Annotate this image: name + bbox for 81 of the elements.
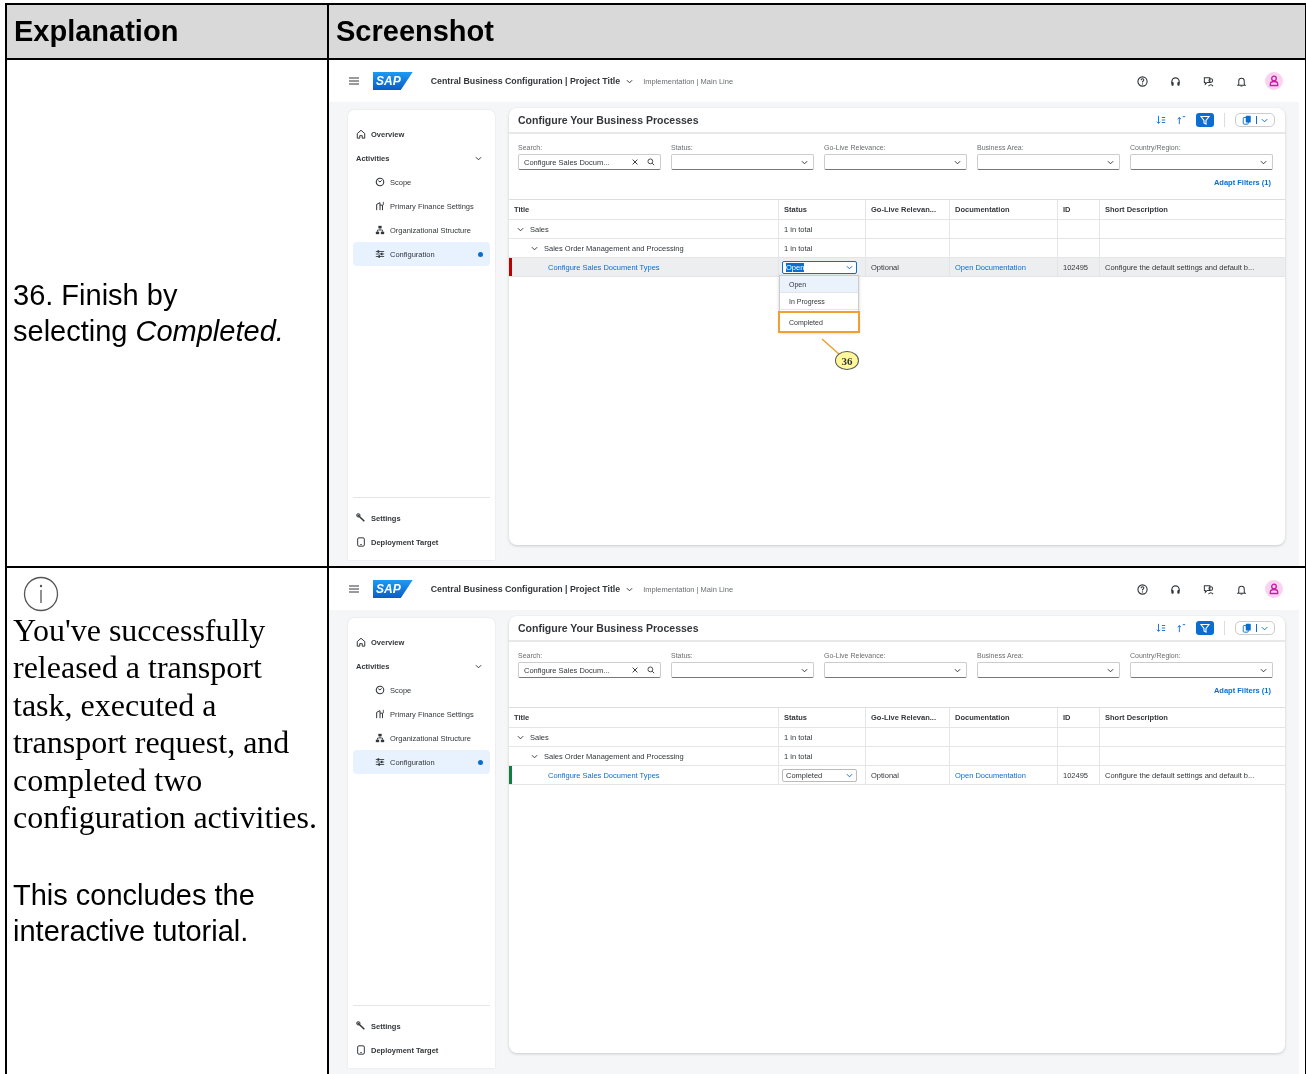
page-title: Configure Your Business Processes xyxy=(518,622,699,634)
select-field[interactable] xyxy=(977,662,1120,678)
logo[interactable]: SAP xyxy=(373,580,413,598)
chevron-down-icon xyxy=(1260,158,1267,166)
avatar-icon[interactable] xyxy=(1265,580,1283,598)
building-icon xyxy=(375,709,385,719)
chevron-icon[interactable] xyxy=(517,225,524,233)
filter-icon[interactable] xyxy=(1196,113,1214,127)
select-field[interactable] xyxy=(824,154,967,170)
page-title: Configure Your Business Processes xyxy=(518,114,699,126)
explanation-text: This concludes the interactive tutorial. xyxy=(13,877,256,949)
chevron-down-icon xyxy=(1107,158,1114,166)
chevron-down-icon xyxy=(1261,624,1268,632)
headset-icon[interactable] xyxy=(1170,75,1181,87)
sort-ascending-icon[interactable] xyxy=(1176,623,1186,633)
filter-icon[interactable] xyxy=(1196,621,1214,635)
chevron-icon[interactable] xyxy=(531,752,538,760)
chevron-down-icon[interactable] xyxy=(846,263,853,271)
chevron-down-icon xyxy=(1261,116,1268,124)
leader-line xyxy=(821,338,841,356)
export-button[interactable] xyxy=(1235,621,1275,635)
sliders-icon xyxy=(375,249,385,259)
chevron-down-icon[interactable] xyxy=(626,77,634,85)
building-icon xyxy=(375,201,385,211)
feedback-icon[interactable] xyxy=(1203,583,1214,595)
search-icon[interactable] xyxy=(647,666,655,674)
select-field[interactable] xyxy=(1130,662,1273,678)
select-field[interactable] xyxy=(824,662,967,678)
avatar-icon[interactable] xyxy=(1265,72,1283,90)
help-icon[interactable] xyxy=(1137,75,1148,87)
column-header: Screenshot xyxy=(335,14,495,49)
chevron-down-icon[interactable] xyxy=(846,771,853,779)
step-number: 36 xyxy=(835,351,859,370)
column-header: Explanation xyxy=(7,5,329,58)
logo[interactable]: SAP xyxy=(373,72,413,90)
menu-icon[interactable] xyxy=(349,77,359,85)
home-icon xyxy=(356,637,366,647)
scope-icon xyxy=(375,685,385,695)
home-icon xyxy=(356,129,366,139)
explanation-text: You've successfully released a transport task, executed a transport request, and completed two configuration activities. xyxy=(13,612,318,837)
app-title[interactable]: Central Business Configuration | Project Title xyxy=(430,584,621,594)
explanation-text: 36. Finish by selecting Completed. xyxy=(13,277,285,349)
select-field[interactable] xyxy=(977,154,1120,170)
copy-icon xyxy=(1242,623,1252,633)
clear-icon[interactable] xyxy=(631,158,639,166)
chevron-down-icon xyxy=(954,158,961,166)
wrench-icon xyxy=(356,1021,366,1031)
select-field[interactable] xyxy=(1130,154,1273,170)
headset-icon[interactable] xyxy=(1170,583,1181,595)
select-field[interactable] xyxy=(671,154,814,170)
chevron-icon[interactable] xyxy=(475,154,482,162)
wrench-icon xyxy=(356,513,366,523)
chevron-down-icon[interactable] xyxy=(626,585,634,593)
copy-icon xyxy=(1242,115,1252,125)
feedback-icon[interactable] xyxy=(1203,75,1214,87)
export-button[interactable] xyxy=(1235,113,1275,127)
sort-ascending-icon[interactable] xyxy=(1176,115,1186,125)
app-title[interactable]: Central Business Configuration | Project Title xyxy=(430,76,621,86)
select-field[interactable] xyxy=(671,662,814,678)
tablet-icon xyxy=(356,1045,366,1055)
clear-icon[interactable] xyxy=(631,666,639,674)
sort-descending-icon[interactable] xyxy=(1156,623,1166,633)
menu-icon[interactable] xyxy=(349,585,359,593)
chevron-down-icon xyxy=(801,158,808,166)
chevron-icon[interactable] xyxy=(517,733,524,741)
bell-icon[interactable] xyxy=(1236,75,1247,87)
bell-icon[interactable] xyxy=(1236,583,1247,595)
hierarchy-icon xyxy=(375,733,385,743)
search-icon[interactable] xyxy=(647,158,655,166)
tablet-icon xyxy=(356,537,366,547)
help-icon[interactable] xyxy=(1137,583,1148,595)
chevron-down-icon xyxy=(1260,666,1267,674)
scope-icon xyxy=(375,177,385,187)
chevron-icon[interactable] xyxy=(475,662,482,670)
sliders-icon xyxy=(375,757,385,767)
chevron-icon[interactable] xyxy=(531,244,538,252)
chevron-down-icon xyxy=(801,666,808,674)
hierarchy-icon xyxy=(375,225,385,235)
sort-descending-icon[interactable] xyxy=(1156,115,1166,125)
chevron-down-icon xyxy=(1107,666,1114,674)
chevron-down-icon xyxy=(954,666,961,674)
